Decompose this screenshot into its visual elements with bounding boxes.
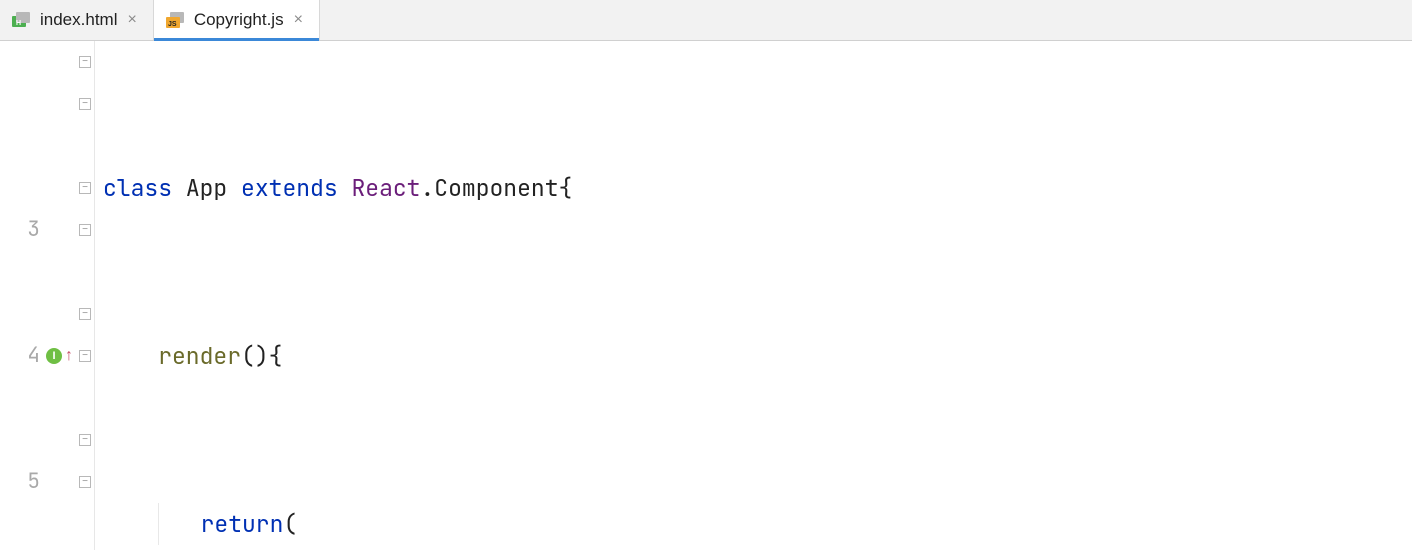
fold-toggle-icon[interactable] (79, 182, 91, 194)
code-editor[interactable]: 3 4 I ↑ 5 6 7 8 9 10 11 12 13 14 class A… (0, 41, 1412, 550)
implements-marker-icon[interactable]: I (46, 348, 62, 364)
override-up-icon[interactable]: ↑ (65, 335, 73, 377)
fold-toggle-icon[interactable] (79, 476, 91, 488)
fold-toggle-icon[interactable] (79, 56, 91, 68)
fold-toggle-icon[interactable] (79, 434, 91, 446)
close-icon[interactable]: × (292, 10, 305, 30)
gutter: 3 4 I ↑ 5 6 7 8 9 10 11 12 13 14 (0, 41, 95, 550)
code-line[interactable]: return( (103, 503, 1412, 545)
line-number: 4 (0, 335, 40, 377)
line-number: 5 (0, 461, 40, 503)
tab-copyright-js[interactable]: JS Copyright.js × (154, 0, 320, 40)
svg-text:JS: JS (168, 21, 177, 28)
editor-tabbar: H index.html × JS Copyright.js × (0, 0, 1412, 41)
fold-strip (76, 41, 94, 550)
code-line[interactable]: render(){ (103, 335, 1412, 377)
tab-index-html[interactable]: H index.html × (0, 0, 154, 40)
code-line[interactable]: class App extends React.Component{ (103, 167, 1412, 209)
code-area[interactable]: class App extends React.Component{ rende… (95, 41, 1412, 550)
fold-toggle-icon[interactable] (79, 308, 91, 320)
line-number: 3 (0, 209, 40, 251)
svg-text:H: H (16, 20, 21, 27)
tab-label: index.html (40, 10, 117, 30)
fold-toggle-icon[interactable] (79, 98, 91, 110)
html-file-icon: H (12, 10, 32, 30)
js-file-icon: JS (166, 10, 186, 30)
close-icon[interactable]: × (125, 10, 138, 30)
tab-label: Copyright.js (194, 10, 284, 30)
fold-toggle-icon[interactable] (79, 350, 91, 362)
fold-toggle-icon[interactable] (79, 224, 91, 236)
